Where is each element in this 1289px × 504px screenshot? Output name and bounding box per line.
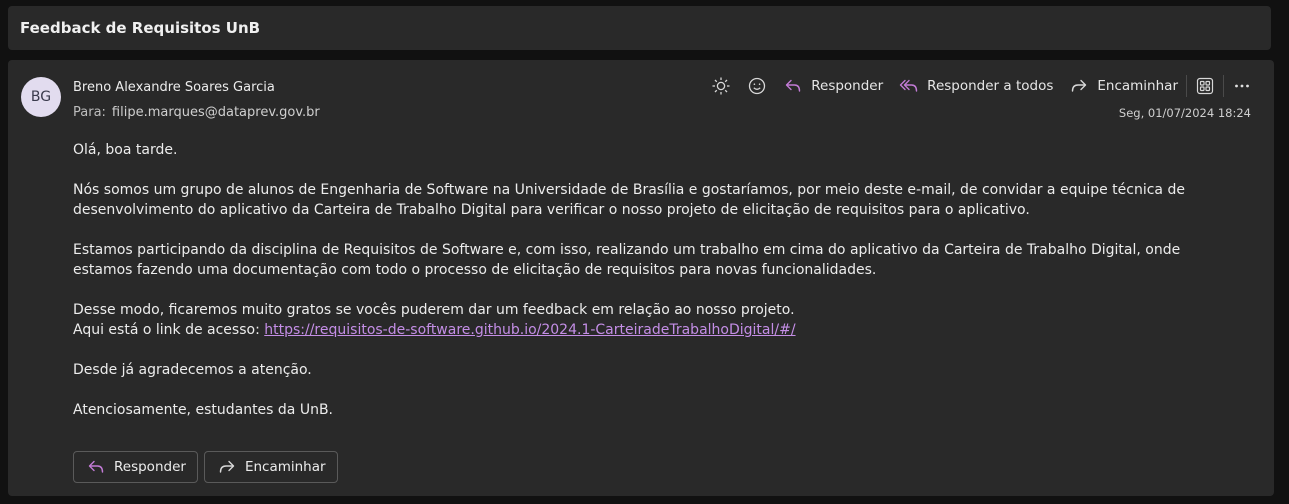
reply-icon (786, 79, 801, 92)
reply-label: Responder (811, 78, 884, 94)
body-paragraph: Desse modo, ficaremos muito gratos se vo… (73, 302, 795, 318)
message-card: BG Breno Alexandre Soares Garcia Para: fi… (8, 60, 1274, 496)
bottom-actions: Responder Encaminhar (73, 451, 338, 483)
message-toolbar: Responder Responder a todos Encaminhar (711, 74, 1252, 98)
reply-all-icon (899, 79, 918, 92)
reply-all-label: Responder a todos (927, 78, 1054, 94)
subject-bar: Feedback de Requisitos UnB (8, 6, 1271, 50)
email-subject: Feedback de Requisitos UnB (20, 19, 261, 37)
message-timestamp: Seg, 01/07/2024 18:24 (1118, 106, 1251, 120)
project-link[interactable]: https://requisitos-de-software.github.io… (264, 322, 795, 338)
body-paragraph: Nós somos um grupo de alunos de Engenhar… (73, 182, 1185, 218)
avatar[interactable]: BG (21, 77, 61, 117)
recipient-line: Para: filipe.marques@dataprev.gov.br (73, 105, 320, 120)
reply-icon (88, 460, 104, 473)
apps-icon[interactable] (1195, 76, 1215, 96)
forward-label: Encaminhar (1097, 78, 1178, 94)
closing: Atenciosamente, estudantes da UnB. (73, 402, 334, 418)
forward-button[interactable]: Encaminhar (1069, 76, 1178, 96)
emoji-reaction-icon[interactable] (747, 76, 767, 96)
reply-all-button[interactable]: Responder a todos (899, 76, 1053, 96)
recipient-address[interactable]: filipe.marques@dataprev.gov.br (112, 105, 320, 120)
message-body: Olá, boa tarde. Nós somos um grupo de al… (73, 140, 1243, 440)
forward-bottom-button[interactable]: Encaminhar (203, 451, 338, 483)
to-label: Para: (73, 105, 106, 120)
toolbar-divider (1186, 75, 1187, 97)
toolbar-divider (1223, 75, 1224, 97)
sender-name[interactable]: Breno Alexandre Soares Garcia (73, 80, 275, 95)
brightness-icon[interactable] (711, 76, 731, 96)
link-prefix: Aqui está o link de acesso: (73, 322, 265, 338)
reply-button[interactable]: Responder (783, 76, 883, 96)
avatar-initials: BG (30, 89, 52, 105)
body-paragraph: Estamos participando da disciplina de Re… (73, 242, 1181, 278)
forward-icon (1072, 79, 1087, 92)
forward-icon (219, 460, 235, 473)
forward-bottom-label: Encaminhar (244, 459, 326, 475)
more-options-icon[interactable] (1232, 76, 1252, 96)
reply-bottom-button[interactable]: Responder (73, 451, 198, 483)
body-paragraph: Desde já agradecemos a atenção. (73, 362, 312, 378)
body-paragraph-link: Desse modo, ficaremos muito gratos se vo… (73, 300, 1243, 340)
reply-bottom-label: Responder (114, 459, 186, 475)
greeting: Olá, boa tarde. (73, 142, 178, 158)
